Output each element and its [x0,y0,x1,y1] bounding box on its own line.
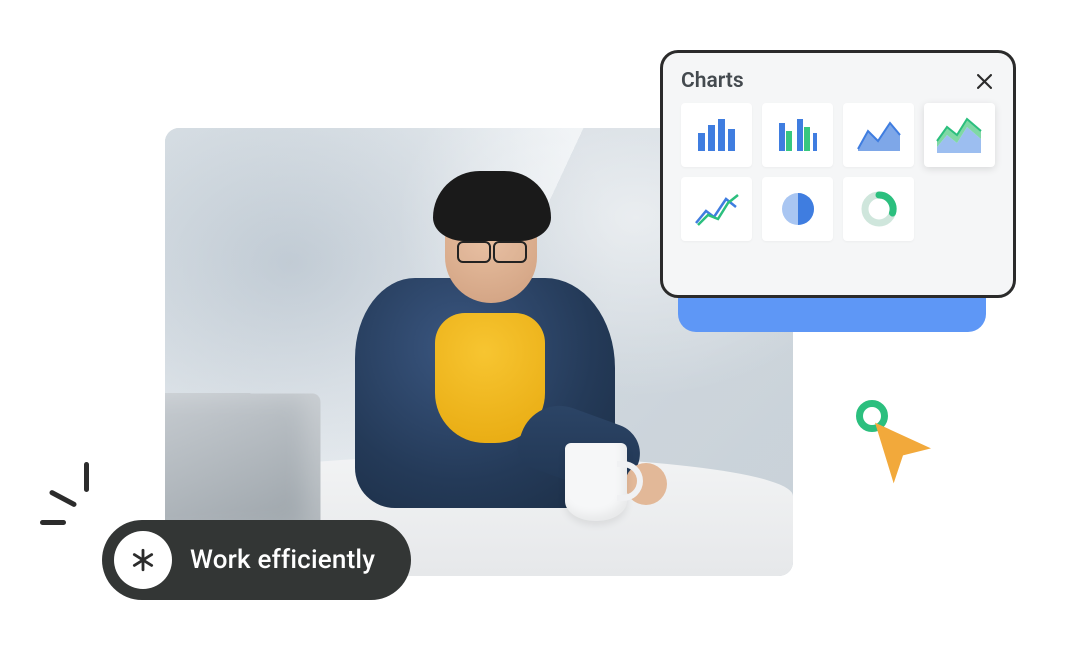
pie-chart-icon [773,187,823,231]
line-chart-icon [692,187,742,231]
pill-label: Work efficiently [190,545,375,575]
cursor-decoration [856,400,956,500]
chart-option-pie[interactable] [762,177,833,241]
chart-option-stacked-area[interactable] [924,103,995,167]
charts-panel-title: Charts [681,69,744,93]
charts-panel: Charts [660,50,1016,298]
photo-cup [565,443,627,521]
grouped-bar-chart-icon [773,113,823,157]
area-chart-icon [854,113,904,157]
donut-chart-icon [854,187,904,231]
close-button[interactable] [973,70,995,92]
cursor-icon [868,418,938,488]
spark-lines-icon [40,462,120,542]
stacked-area-chart-icon [935,113,985,157]
bar-chart-icon [692,113,742,157]
asterisk-icon [114,531,172,589]
chart-option-grouped-bar[interactable] [762,103,833,167]
work-efficiently-pill: Work efficiently [102,520,411,600]
chart-option-donut[interactable] [843,177,914,241]
chart-option-bar[interactable] [681,103,752,167]
chart-option-area[interactable] [843,103,914,167]
close-icon [977,74,992,89]
chart-type-grid [681,103,995,241]
chart-option-line[interactable] [681,177,752,241]
